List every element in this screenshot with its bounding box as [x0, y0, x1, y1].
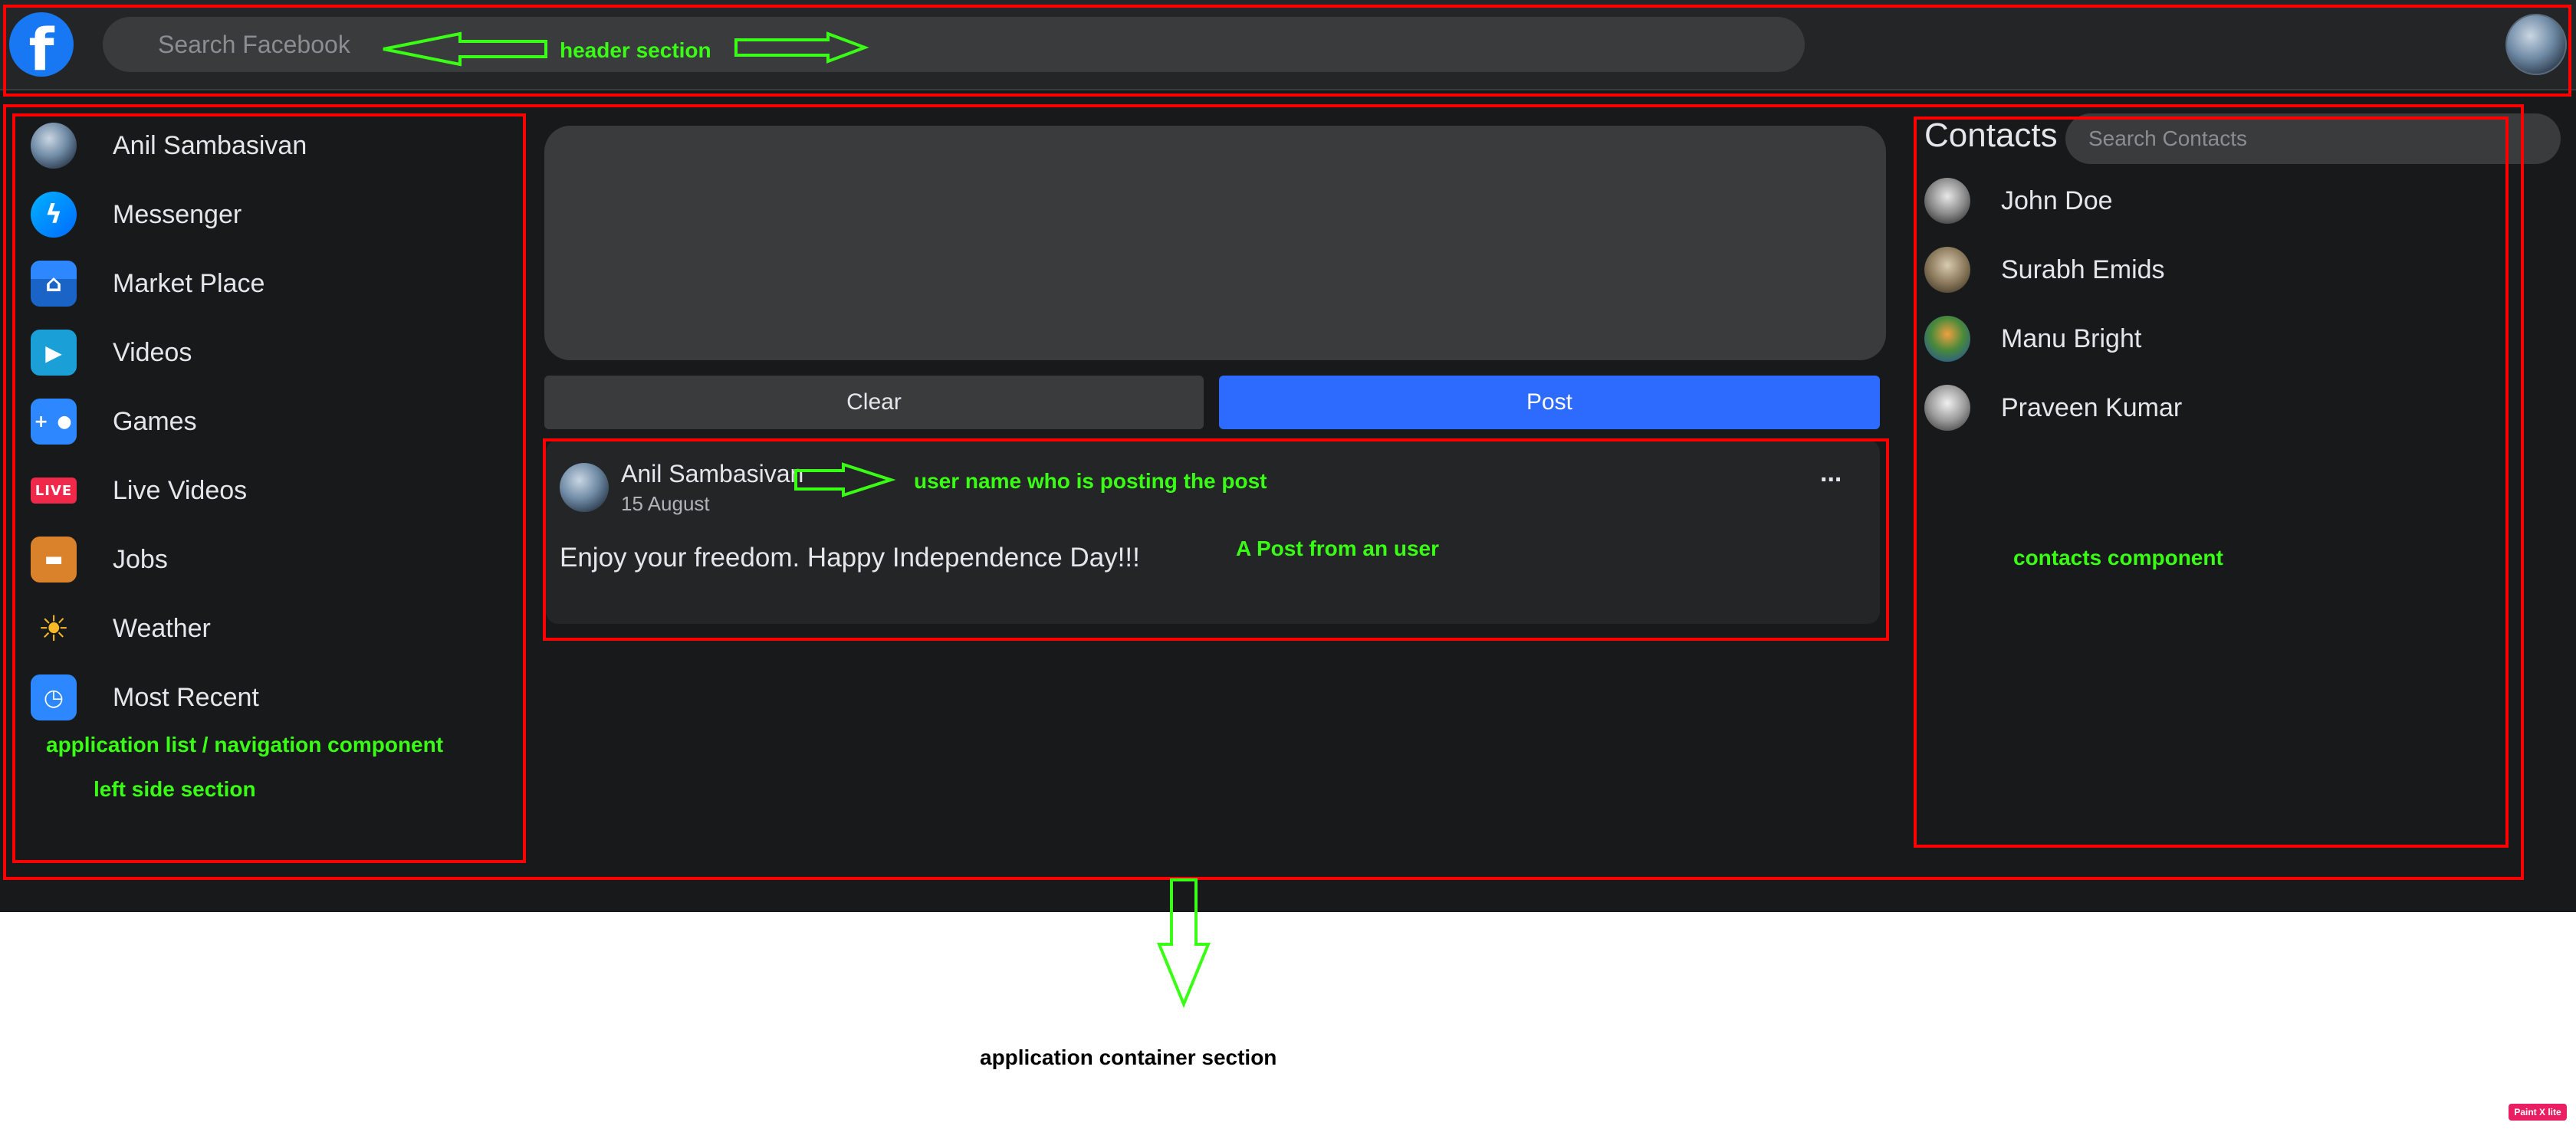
- annotation-contacts-component: contacts component: [2013, 546, 2223, 569]
- arrow-right-post: [794, 462, 896, 497]
- annotation-left-side: left side section: [94, 777, 256, 801]
- paint-x-lite-badge: Paint X lite: [2509, 1104, 2567, 1121]
- annotation-user-name: user name who is posting the post: [914, 469, 1267, 493]
- annotation-app-container: application container section: [980, 1045, 1277, 1069]
- annotation-header-section: header section: [560, 38, 711, 62]
- arrow-right-header: [734, 31, 869, 64]
- annotation-post-from-user: A Post from an user: [1236, 537, 1440, 560]
- arrow-down-container: [1157, 878, 1211, 1009]
- annotation-app-list-nav: application list / navigation component: [46, 733, 444, 756]
- arrow-left-header: [383, 31, 547, 67]
- screenshot-canvas: f Anil Sambasivan ϟ Messenger ⌂ Market P…: [0, 0, 2576, 1129]
